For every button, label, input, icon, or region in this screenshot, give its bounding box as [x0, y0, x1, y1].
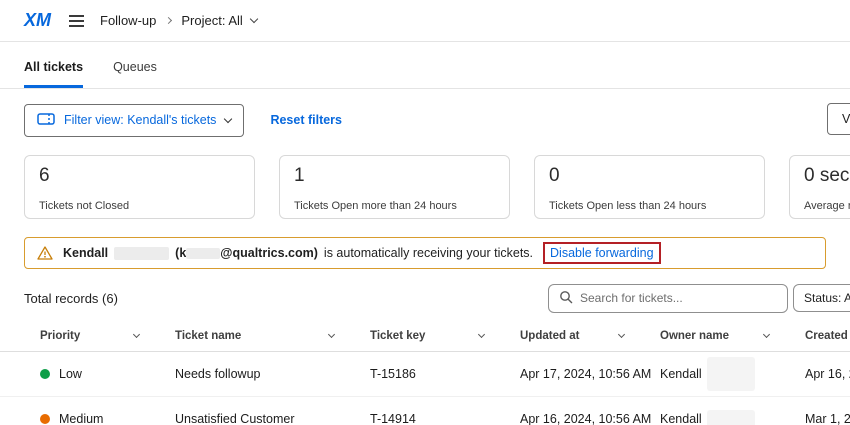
view-button[interactable]: View: [827, 103, 850, 135]
search-input[interactable]: [580, 291, 777, 305]
stat-label: Tickets Open more than 24 hours: [294, 200, 495, 212]
search-box: [548, 284, 788, 313]
chevron-down-icon: [763, 331, 770, 338]
redacted-text: [707, 357, 755, 391]
chevron-down-icon: [478, 331, 485, 338]
stat-card-not-closed: 6 Tickets not Closed: [24, 155, 255, 219]
redacted-text: [186, 248, 220, 259]
forwarding-email: (k@qualtrics.com): [175, 246, 318, 260]
updated-at-cell: Apr 16, 2024, 10:56 AM: [520, 412, 660, 425]
updated-at-cell: Apr 17, 2024, 10:56 AM: [520, 367, 660, 381]
created-cell: Apr 16, 2: [805, 367, 850, 381]
stat-value: 0: [549, 165, 750, 187]
project-selector[interactable]: Project: All: [181, 13, 256, 28]
tab-all-tickets[interactable]: All tickets: [24, 60, 83, 88]
stat-value: 0 sec: [804, 165, 850, 187]
chevron-down-icon: [328, 331, 335, 338]
tab-queues[interactable]: Queues: [113, 60, 157, 88]
breadcrumb: Follow-up Project: All: [100, 13, 257, 28]
stat-label: Tickets not Closed: [39, 200, 240, 212]
ticket-row[interactable]: Medium Unsatisfied Customer T-14914 Apr …: [0, 397, 850, 425]
column-header-owner-name[interactable]: Owner name: [660, 321, 805, 351]
annotation-highlight-box: Disable forwarding: [543, 242, 661, 264]
redacted-text: [707, 410, 755, 425]
reset-filters-link[interactable]: Reset filters: [270, 113, 342, 127]
ticket-icon: [37, 113, 55, 128]
stat-value: 1: [294, 165, 495, 187]
column-header-ticket-name[interactable]: Ticket name: [175, 321, 370, 351]
search-icon: [559, 290, 573, 307]
xm-logo: XM: [24, 10, 51, 31]
stat-label: Average res: [804, 200, 850, 212]
stat-cards: 6 Tickets not Closed 1 Tickets Open more…: [24, 155, 850, 219]
ticket-key-cell: T-14914: [370, 412, 520, 425]
filter-view-label: Filter view: Kendall's tickets: [64, 113, 216, 127]
records-toolbar: Total records (6) Status: A: [24, 283, 826, 313]
forwarding-owner-name: Kendall: [63, 246, 108, 260]
project-selector-label: Project: All: [181, 13, 242, 28]
priority-dot: [40, 414, 50, 424]
created-cell: Mar 1, 20: [805, 412, 850, 425]
ticket-row[interactable]: Low Needs followup T-15186 Apr 17, 2024,…: [0, 352, 850, 397]
column-header-updated-at[interactable]: Updated at: [520, 321, 660, 351]
filter-view-dropdown[interactable]: Filter view: Kendall's tickets: [24, 104, 244, 137]
stat-card-open-more-24h: 1 Tickets Open more than 24 hours: [279, 155, 510, 219]
total-records-label: Total records (6): [24, 291, 118, 306]
ticket-name-cell: Needs followup: [175, 367, 370, 381]
warning-triangle-icon: [37, 246, 53, 260]
filter-bar: Filter view: Kendall's tickets Reset fil…: [24, 103, 826, 137]
tab-bar: All tickets Queues: [0, 42, 850, 89]
stat-value: 6: [39, 165, 240, 187]
owner-name-cell: Kendall: [660, 357, 805, 391]
hamburger-menu-icon[interactable]: [69, 15, 84, 27]
stat-card-average-response: 0 sec Average res: [789, 155, 850, 219]
redacted-text: [114, 247, 169, 260]
table-header: Priority Ticket name Ticket key Updated …: [0, 321, 850, 352]
breadcrumb-page: Follow-up: [100, 13, 156, 28]
column-header-priority[interactable]: Priority: [40, 321, 175, 351]
stat-label: Tickets Open less than 24 hours: [549, 200, 750, 212]
ticket-key-cell: T-15186: [370, 367, 520, 381]
chevron-down-icon: [133, 331, 140, 338]
forwarding-message: is automatically receiving your tickets.: [324, 246, 533, 260]
priority-dot: [40, 369, 50, 379]
owner-name-cell: Kendall: [660, 410, 805, 425]
column-header-created[interactable]: Created: [805, 321, 850, 351]
disable-forwarding-link[interactable]: Disable forwarding: [550, 246, 654, 260]
chevron-down-icon: [224, 114, 232, 122]
priority-cell: Low: [40, 367, 175, 381]
chevron-down-icon: [250, 15, 258, 23]
chevron-down-icon: [618, 331, 625, 338]
column-header-ticket-key[interactable]: Ticket key: [370, 321, 520, 351]
forwarding-banner: Kendall (k@qualtrics.com) is automatical…: [24, 237, 826, 269]
status-filter-button[interactable]: Status: A: [793, 284, 850, 312]
stat-card-open-less-24h: 0 Tickets Open less than 24 hours: [534, 155, 765, 219]
ticket-name-cell: Unsatisfied Customer: [175, 412, 370, 425]
chevron-right-icon: [165, 17, 172, 24]
priority-cell: Medium: [40, 412, 175, 425]
ticketing-page: XM Follow-up Project: All All tickets Qu…: [0, 0, 850, 425]
top-bar: XM Follow-up Project: All: [0, 0, 850, 42]
